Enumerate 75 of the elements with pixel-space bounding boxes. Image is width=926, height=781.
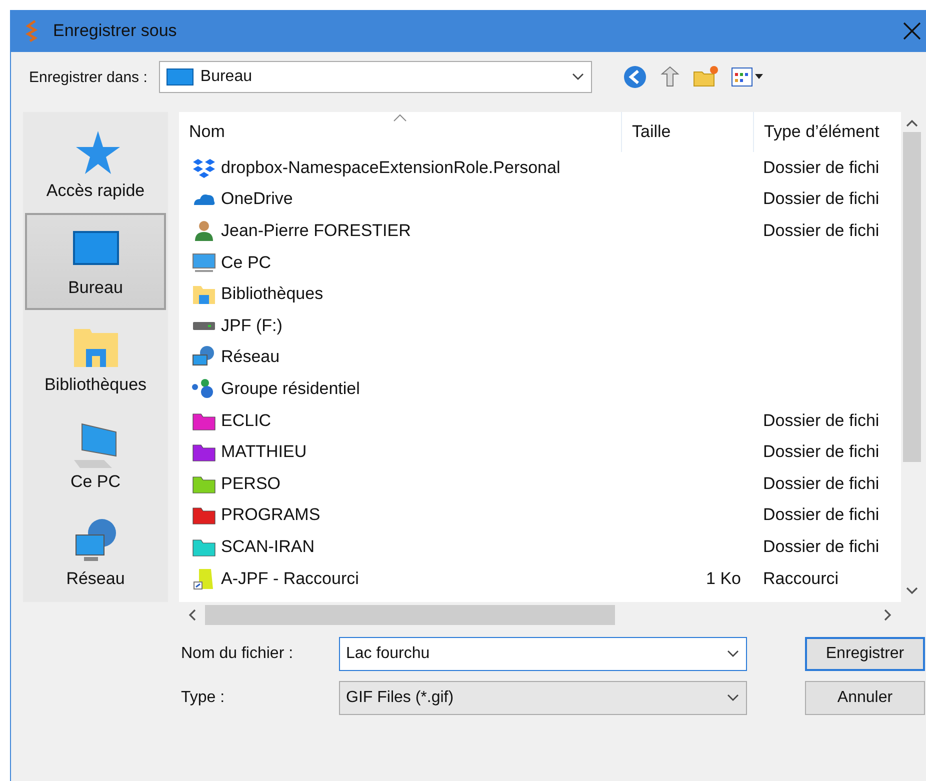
cancel-button[interactable]: Annuler [805,681,925,715]
file-name: MATTHIEU [221,442,307,462]
places-item[interactable]: Réseau [25,504,166,602]
file-type: Dossier de fichi [763,189,880,208]
filetype-label: Type : [181,689,226,707]
column-header[interactable]: Taille [621,112,753,152]
file-row[interactable]: JPF (F:) [179,310,901,342]
view-menu-icon[interactable] [730,65,764,89]
file-name: Ce PC [221,252,272,273]
file-type: Dossier de fichi [763,220,880,240]
file-name: Bibliothèques [221,284,324,304]
places-item[interactable]: Bureau [25,213,166,310]
file-name: SCAN-IRAN [221,536,315,557]
chevron-down-icon[interactable] [726,649,740,659]
user-icon [192,220,216,242]
save-button[interactable]: Enregistrer [805,637,925,671]
dropbox-icon [192,156,216,179]
file-row[interactable]: ECLIC Dossier de fichi [179,404,901,436]
file-name: JPF (F:) [221,316,282,336]
computer-icon [192,252,216,274]
chevron-down-icon [571,72,586,82]
file-row[interactable]: A-JPF - Raccourci 1 Ko Raccourci [179,562,901,594]
desktop-icon [166,67,194,87]
file-name: OneDrive [221,189,293,210]
filetype-dropdown[interactable]: GIF Files (*.gif) [339,681,747,715]
file-row[interactable]: SCAN-IRAN Dossier de fichi [179,531,901,563]
drive-icon [192,320,216,331]
network-icon [192,346,216,368]
file-type: Dossier de fichi [763,474,880,493]
file-name: A-JPF - Raccourci [221,568,359,589]
file-name: Jean-Pierre FORESTIER [221,220,411,241]
file-row[interactable]: Ce PC [179,246,901,278]
places-item[interactable]: Bibliothèques [25,310,166,408]
places-item[interactable]: Ce PC [25,408,166,505]
file-row[interactable]: OneDrive Dossier de fichi [179,184,901,216]
column-header[interactable]: Nom [179,112,621,152]
file-type: Dossier de fichi [763,442,880,462]
file-name: PERSO [221,474,281,494]
file-type: Raccourci [763,568,839,588]
file-row[interactable]: PROGRAMS Dossier de fichi [179,500,901,532]
file-type: Dossier de fichi [763,158,880,177]
file-row[interactable]: MATTHIEU Dossier de fichi [179,436,901,468]
library-folder-icon [192,283,216,306]
file-name: Groupe résidentiel [221,378,360,399]
filename-field[interactable]: Lac fourchu [339,637,747,671]
shortcut-icon [192,568,216,590]
chevron-down-icon [726,693,740,703]
file-type: Dossier de fichi [763,410,880,430]
file-row[interactable]: Jean-Pierre FORESTIER Dossier de fichi [179,215,901,247]
file-name: ECLIC [221,410,272,431]
file-size: 1 Ko [706,568,741,588]
file-row[interactable]: Bibliothèques [179,278,901,310]
file-row[interactable]: PERSO Dossier de fichi [179,468,901,500]
location-label: Enregistrer dans : [29,68,148,86]
close-icon[interactable] [902,21,922,41]
file-row[interactable]: Réseau [179,342,901,374]
homegroup-icon [192,378,216,400]
scroll-right-icon[interactable] [883,608,893,622]
file-row[interactable]: dropbox-NamespaceExtensionRole.Personal Dossier de fichi [179,152,901,184]
back-icon[interactable] [622,64,648,90]
app-icon [25,20,39,42]
file-type: Dossier de fichi [763,505,880,524]
scroll-up-icon[interactable] [905,118,919,128]
scroll-down-icon[interactable] [905,586,919,596]
window-title: Enregistrer sous [53,21,177,41]
location-dropdown[interactable]: Bureau [159,61,592,93]
places-item[interactable]: Accès rapide [25,116,166,214]
file-name: dropbox-NamespaceExtensionRole.Personal [221,158,560,178]
file-row[interactable]: Groupe résidentiel [179,373,901,405]
scroll-left-icon[interactable] [187,608,197,622]
filename-label: Nom du fichier : [181,645,294,663]
file-name: Réseau [221,347,280,368]
file-name: PROGRAMS [221,505,320,526]
file-type: Dossier de fichi [763,536,880,556]
sort-caret-icon [393,114,407,122]
